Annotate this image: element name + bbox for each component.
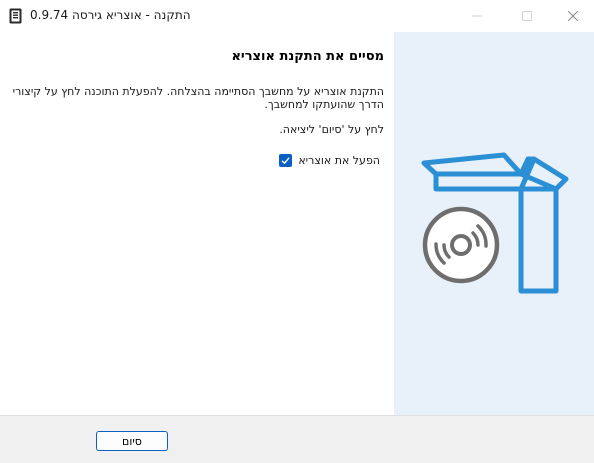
launch-app-checkbox[interactable] [279, 153, 293, 167]
disc-icon [417, 201, 505, 289]
maximize-icon [522, 11, 532, 21]
title-bar[interactable]: התקנה - אוצריא גירסה 0.9.74 [0, 0, 594, 32]
page-title: מסיים את התקנת אוצריא [231, 49, 384, 64]
close-button[interactable] [550, 0, 594, 32]
installer-app-icon [9, 8, 22, 24]
checkmark-icon [281, 156, 290, 164]
close-icon [568, 11, 578, 21]
installer-window: התקנה - אוצריא גירסה 0.9.74 מסיים את התק… [0, 0, 594, 463]
minimize-button[interactable] [454, 0, 500, 32]
wizard-side-panel [394, 32, 594, 415]
finish-button[interactable]: סיום [96, 431, 168, 451]
wizard-main-panel: מסיים את התקנת אוצריא התקנת אוצריא על מח… [0, 32, 394, 415]
window-title: התקנה - אוצריא גירסה 0.9.74 [30, 8, 191, 22]
minimize-icon [472, 15, 482, 17]
wizard-footer: סיום [0, 415, 594, 463]
completion-description: התקנת אוצריא על מחשבך הסתיימה בהצלחה. לה… [12, 85, 384, 111]
launch-app-label: הפעל את אוצריא [298, 153, 380, 167]
maximize-button[interactable] [504, 0, 550, 32]
wizard-content: מסיים את התקנת אוצריא התקנת אוצריא על מח… [0, 32, 594, 415]
launch-app-option[interactable]: הפעל את אוצריא [279, 152, 380, 168]
exit-hint: לחץ על 'סיום' ליציאה. [279, 123, 384, 136]
